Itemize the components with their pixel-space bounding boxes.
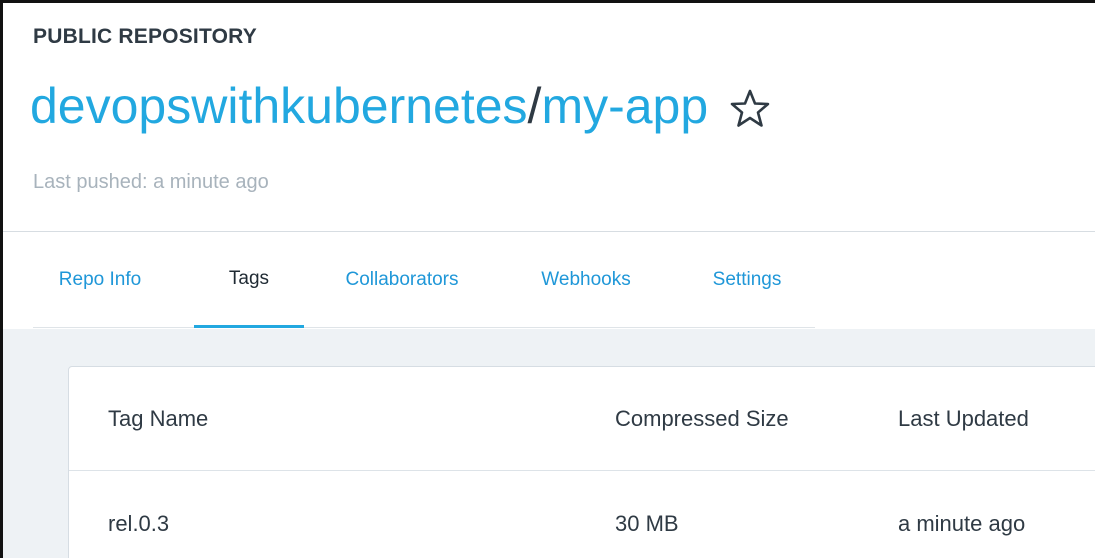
tags-content-area: Tag Name Compressed Size Last Updated re…: [3, 329, 1095, 558]
repo-header: PUBLIC REPOSITORY devopswithkubernetes / m…: [3, 3, 1095, 233]
repo-name-link[interactable]: my-app: [541, 81, 708, 131]
tags-table: Tag Name Compressed Size Last Updated re…: [68, 366, 1095, 558]
app-frame: PUBLIC REPOSITORY devopswithkubernetes / m…: [0, 0, 1095, 558]
tab-collaborators[interactable]: Collaborators: [329, 232, 475, 328]
repo-tab-bar: Repo Info Tags Collaborators Webhooks Se…: [33, 232, 815, 328]
repo-owner-link[interactable]: devopswithkubernetes: [30, 81, 528, 131]
last-pushed-text: Last pushed: a minute ago: [33, 171, 269, 193]
table-header-row: Tag Name Compressed Size Last Updated: [69, 367, 1095, 471]
column-header-compressed-size: Compressed Size: [615, 405, 789, 431]
column-header-last-updated: Last Updated: [898, 405, 1029, 431]
tag-name-cell: rel.0.3: [108, 511, 170, 536]
compressed-size-cell: 30 MB: [615, 511, 679, 536]
tab-webhooks[interactable]: Webhooks: [526, 232, 646, 328]
repo-visibility-label: PUBLIC REPOSITORY: [33, 25, 257, 48]
table-row[interactable]: rel.0.3 30 MB a minute ago: [69, 471, 1095, 558]
column-header-tag-name: Tag Name: [108, 405, 209, 431]
tab-repo-info[interactable]: Repo Info: [33, 232, 167, 328]
repo-title: devopswithkubernetes / my-app: [30, 81, 770, 131]
tab-settings[interactable]: Settings: [694, 232, 800, 328]
repo-title-separator: /: [527, 78, 542, 134]
star-icon[interactable]: [730, 86, 770, 127]
tab-tags[interactable]: Tags: [194, 232, 304, 328]
last-updated-cell: a minute ago: [898, 511, 1026, 536]
